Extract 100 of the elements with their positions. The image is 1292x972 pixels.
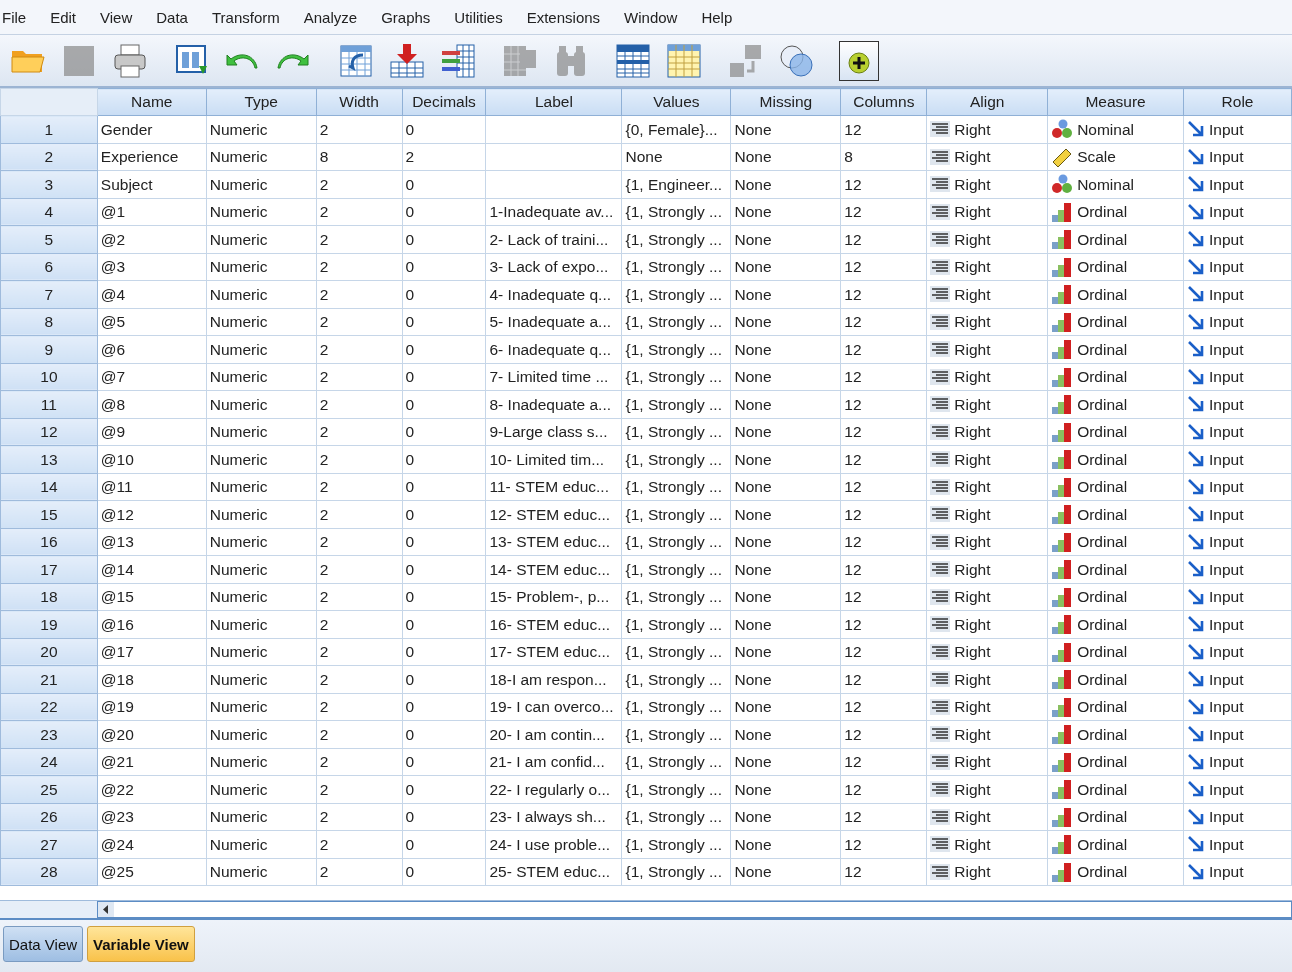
row-number[interactable]: 11 xyxy=(0,390,98,418)
row-number[interactable]: 17 xyxy=(0,555,98,583)
row-number[interactable]: 27 xyxy=(0,830,98,858)
menu-item[interactable]: Extensions xyxy=(514,0,613,34)
table-cell-text: Right xyxy=(954,147,991,168)
scroll-left-icon[interactable] xyxy=(98,902,114,917)
table-cell: 2 xyxy=(316,583,403,611)
table-cell: Numeric xyxy=(206,858,317,886)
menu-item[interactable]: View xyxy=(88,0,145,34)
table-cell: @17 xyxy=(97,638,207,666)
row-number[interactable]: 15 xyxy=(0,500,98,528)
table-cell: 23- I always sh... xyxy=(486,803,622,831)
row-number[interactable]: 9 xyxy=(0,335,98,363)
align-right-icon xyxy=(930,726,951,743)
table-cell-text: Right xyxy=(954,697,991,718)
row-number[interactable]: 7 xyxy=(0,280,98,308)
arrow-icon xyxy=(1187,257,1205,276)
menu-item[interactable]: Analyze xyxy=(291,0,370,34)
menu-item[interactable]: Transform xyxy=(199,0,292,34)
view-tab[interactable]: Variable View xyxy=(87,926,195,962)
table-cell: Numeric xyxy=(206,143,317,171)
table-cell: 12 xyxy=(840,775,927,803)
row-number[interactable]: 2 xyxy=(0,143,98,171)
row-number[interactable]: 24 xyxy=(0,748,98,776)
table-cell: 0 xyxy=(402,170,486,198)
row-number[interactable]: 12 xyxy=(0,418,98,446)
row-number[interactable]: 6 xyxy=(0,253,98,281)
table-cell-text: Right xyxy=(954,312,991,333)
table-cell: 2 xyxy=(316,665,403,693)
menu-item[interactable]: Graphs xyxy=(369,0,443,34)
table-cell: {1, Strongly ... xyxy=(621,748,731,776)
menu-item[interactable]: Window xyxy=(612,0,690,34)
table-cell: Numeric xyxy=(206,473,317,501)
column-header[interactable]: Values xyxy=(621,88,731,116)
table-cell-text: Ordinal xyxy=(1077,339,1128,360)
table-cell-text: Ordinal xyxy=(1077,284,1128,305)
row-number[interactable]: 1 xyxy=(0,115,98,143)
table-cell: Numeric xyxy=(206,555,317,583)
table-cell: 24- I use proble... xyxy=(486,830,622,858)
table-cell-text: Input xyxy=(1209,807,1244,828)
table-cell: 0 xyxy=(402,638,486,666)
row-number[interactable]: 4 xyxy=(0,198,98,226)
align-right-icon xyxy=(930,616,951,633)
align-right-icon xyxy=(930,396,951,413)
table-cell: 25- STEM educ... xyxy=(486,858,622,886)
table-cell-text: Input xyxy=(1209,642,1244,663)
column-header[interactable]: Columns xyxy=(840,88,927,116)
row-number[interactable]: 26 xyxy=(0,803,98,831)
row-number[interactable]: 28 xyxy=(0,858,98,886)
table-cell-text: Right xyxy=(954,339,991,360)
column-header[interactable]: Measure xyxy=(1047,88,1184,116)
column-header[interactable]: Type xyxy=(206,88,317,116)
table-cell: 12 xyxy=(840,528,927,556)
row-number[interactable]: 14 xyxy=(0,473,98,501)
add-on-button[interactable] xyxy=(839,40,879,81)
column-header[interactable]: Decimals xyxy=(402,88,486,116)
table-cell: None xyxy=(730,280,841,308)
menu-item[interactable]: Utilities xyxy=(442,0,515,34)
row-number[interactable]: 25 xyxy=(0,775,98,803)
menu-item[interactable]: File xyxy=(0,0,39,34)
column-header[interactable]: Role xyxy=(1183,88,1292,116)
table-cell-text: Input xyxy=(1209,394,1244,415)
align-right-icon xyxy=(930,258,951,275)
view-tab[interactable]: Data View xyxy=(3,926,84,962)
table-cell: 0 xyxy=(402,280,486,308)
table-cell-text: Right xyxy=(954,752,991,773)
row-number[interactable]: 19 xyxy=(0,610,98,638)
table-cell: 0 xyxy=(402,225,486,253)
row-number[interactable]: 10 xyxy=(0,363,98,391)
table-cell: @8 xyxy=(97,390,207,418)
menu-item[interactable]: Edit xyxy=(38,0,89,34)
table-cell: 12 xyxy=(840,583,927,611)
row-number[interactable]: 5 xyxy=(0,225,98,253)
column-header[interactable]: Name xyxy=(97,88,207,116)
table-cell: None xyxy=(730,363,841,391)
table-cell: 2 xyxy=(316,390,403,418)
table-cell-text: Ordinal xyxy=(1077,229,1128,250)
menu-item[interactable]: Data xyxy=(144,0,200,34)
row-number[interactable]: 16 xyxy=(0,528,98,556)
table-cell: None xyxy=(730,803,841,831)
row-number[interactable]: 13 xyxy=(0,445,98,473)
column-header[interactable]: Label xyxy=(486,88,622,116)
row-number[interactable]: 3 xyxy=(0,170,98,198)
row-number[interactable]: 23 xyxy=(0,720,98,748)
row-number[interactable]: 8 xyxy=(0,308,98,336)
table-cell: None xyxy=(730,775,841,803)
column-header[interactable]: Align xyxy=(926,88,1048,116)
table-cell: @12 xyxy=(97,500,207,528)
table-cell: 0 xyxy=(402,610,486,638)
table-cell-text: Right xyxy=(954,422,991,443)
row-number[interactable]: 21 xyxy=(0,665,98,693)
scrollbar[interactable] xyxy=(97,901,1292,918)
column-header[interactable]: Width xyxy=(316,88,403,116)
row-number[interactable]: 18 xyxy=(0,583,98,611)
table-cell: Numeric xyxy=(206,335,317,363)
table-cell-text: Input xyxy=(1209,504,1244,525)
row-number[interactable]: 20 xyxy=(0,638,98,666)
column-header[interactable]: Missing xyxy=(730,88,841,116)
row-number[interactable]: 22 xyxy=(0,693,98,721)
menu-item[interactable]: Help xyxy=(689,0,745,34)
